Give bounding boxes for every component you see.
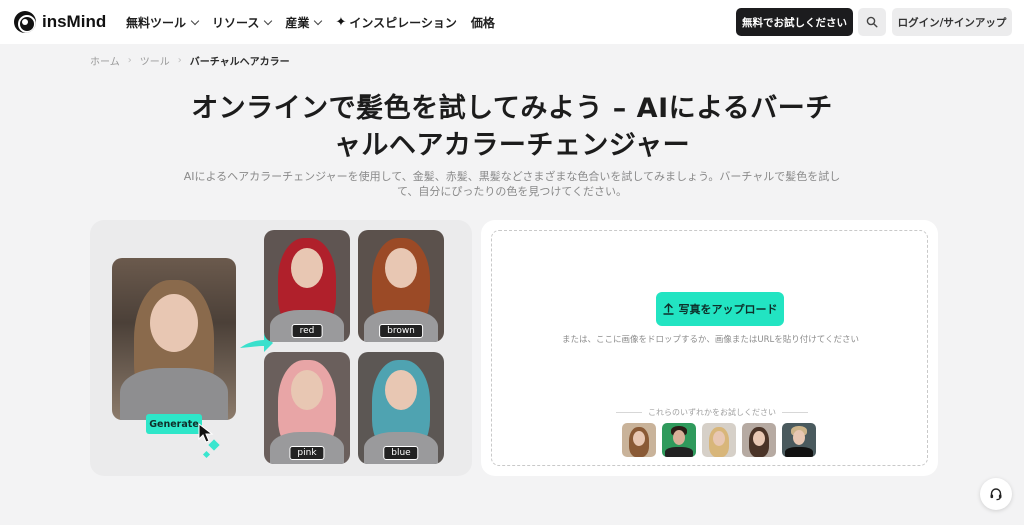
breadcrumb-tools[interactable]: ツール (140, 53, 170, 68)
breadcrumb-current: バーチャルヘアカラー (189, 57, 290, 68)
nav-label: 産業 (285, 15, 310, 30)
upload-hint: または、ここに画像をドロップするか、画像またはURLを貼り付けてください (562, 335, 859, 345)
breadcrumb-home[interactable]: ホーム (90, 53, 120, 68)
page-subtitle-line-1: AIによるヘアカラーチェンジャーを使用して、金髪、赤髪、黒髪などさまざまな色合い… (183, 170, 841, 183)
top-navbar: insMind 無料ツール リソース 産業 ✦ インスピレーション 価格 無料で… (0, 0, 1024, 44)
sample-image-4[interactable] (742, 423, 776, 457)
try-samples-label: これらのいずれかをお試しください (612, 407, 812, 418)
sample-image-1[interactable] (622, 423, 656, 457)
chevron-right-icon: › (177, 55, 182, 66)
sample-image-5[interactable] (782, 423, 816, 457)
nav-item-free-tools[interactable]: 無料ツール (126, 14, 200, 31)
logo-text: insMind (42, 12, 107, 31)
free-trial-button[interactable]: 無料でお試しください (736, 8, 853, 36)
upload-button-label: 写真をアップロード (678, 303, 778, 316)
nav-label: インスピレーション (349, 15, 457, 30)
upload-card: 写真をアップロード または、ここに画像をドロップするか、画像またはURLを貼り付… (481, 220, 938, 476)
result-thumb-red: red (264, 230, 350, 342)
nav-item-resources[interactable]: リソース (212, 14, 273, 31)
thumb-label: red (291, 324, 323, 338)
sparkle-icon (202, 450, 211, 459)
generate-badge: Generate (146, 414, 202, 434)
upload-dropzone[interactable]: 写真をアップロード または、ここに画像をドロップするか、画像またはURLを貼り付… (491, 230, 928, 466)
nav-item-pricing[interactable]: 価格 (471, 14, 495, 31)
nav-item-industries[interactable]: 産業 (285, 14, 323, 31)
headset-icon (990, 488, 1002, 501)
thumb-label: blue (383, 446, 419, 460)
logo[interactable]: insMind (14, 11, 106, 33)
page-title-line-2: ャルヘアカラーチェンジャー (333, 130, 691, 161)
result-thumb-blue: blue (358, 352, 444, 464)
support-button[interactable] (980, 478, 1012, 510)
search-icon (866, 16, 878, 28)
search-button[interactable] (858, 8, 886, 36)
nav-item-inspiration[interactable]: ✦ インスピレーション (335, 14, 456, 31)
breadcrumb: ホーム › ツール › バーチャルヘアカラー (90, 53, 290, 68)
upload-icon (662, 303, 674, 315)
login-signup-button[interactable]: ログイン/サインアップ (892, 8, 1012, 36)
insmind-logo-icon (14, 11, 36, 33)
sparkle-icon: ✦ (335, 14, 347, 30)
page-subtitle-line-2: て、自分にぴったりの色を見つけてください。 (396, 185, 628, 198)
thumb-label: pink (289, 446, 325, 460)
try-samples-text: これらのいずれかをお試しください (648, 408, 776, 417)
chevron-down-icon (264, 16, 273, 25)
chevron-down-icon (314, 16, 323, 25)
original-portrait-image (112, 258, 236, 420)
page-subtitle: AIによるヘアカラーチェンジャーを使用して、金髪、赤髪、黒髪などさまざまな色合い… (168, 169, 856, 199)
nav-label: リソース (212, 15, 260, 30)
sample-image-2[interactable] (662, 423, 696, 457)
result-thumb-pink: pink (264, 352, 350, 464)
demo-illustration: red brown pink blue Generate (90, 220, 472, 476)
page-title-line-1: オンラインで髪色を試してみよう – AIによるバーチ (191, 93, 833, 124)
nav-label: 無料ツール (126, 15, 187, 30)
main-nav: 無料ツール リソース 産業 ✦ インスピレーション 価格 (126, 0, 495, 44)
sample-image-3[interactable] (702, 423, 736, 457)
thumb-label: brown (379, 324, 423, 338)
sample-images (622, 423, 816, 457)
chevron-down-icon (190, 16, 200, 25)
nav-label: 価格 (470, 15, 495, 30)
upload-photo-button[interactable]: 写真をアップロード (656, 292, 784, 326)
chevron-right-icon: › (127, 55, 132, 66)
result-thumb-brown: brown (358, 230, 444, 342)
page-title: オンラインで髪色を試してみよう – AIによるバーチ ャルヘアカラーチェンジャー (160, 90, 864, 164)
